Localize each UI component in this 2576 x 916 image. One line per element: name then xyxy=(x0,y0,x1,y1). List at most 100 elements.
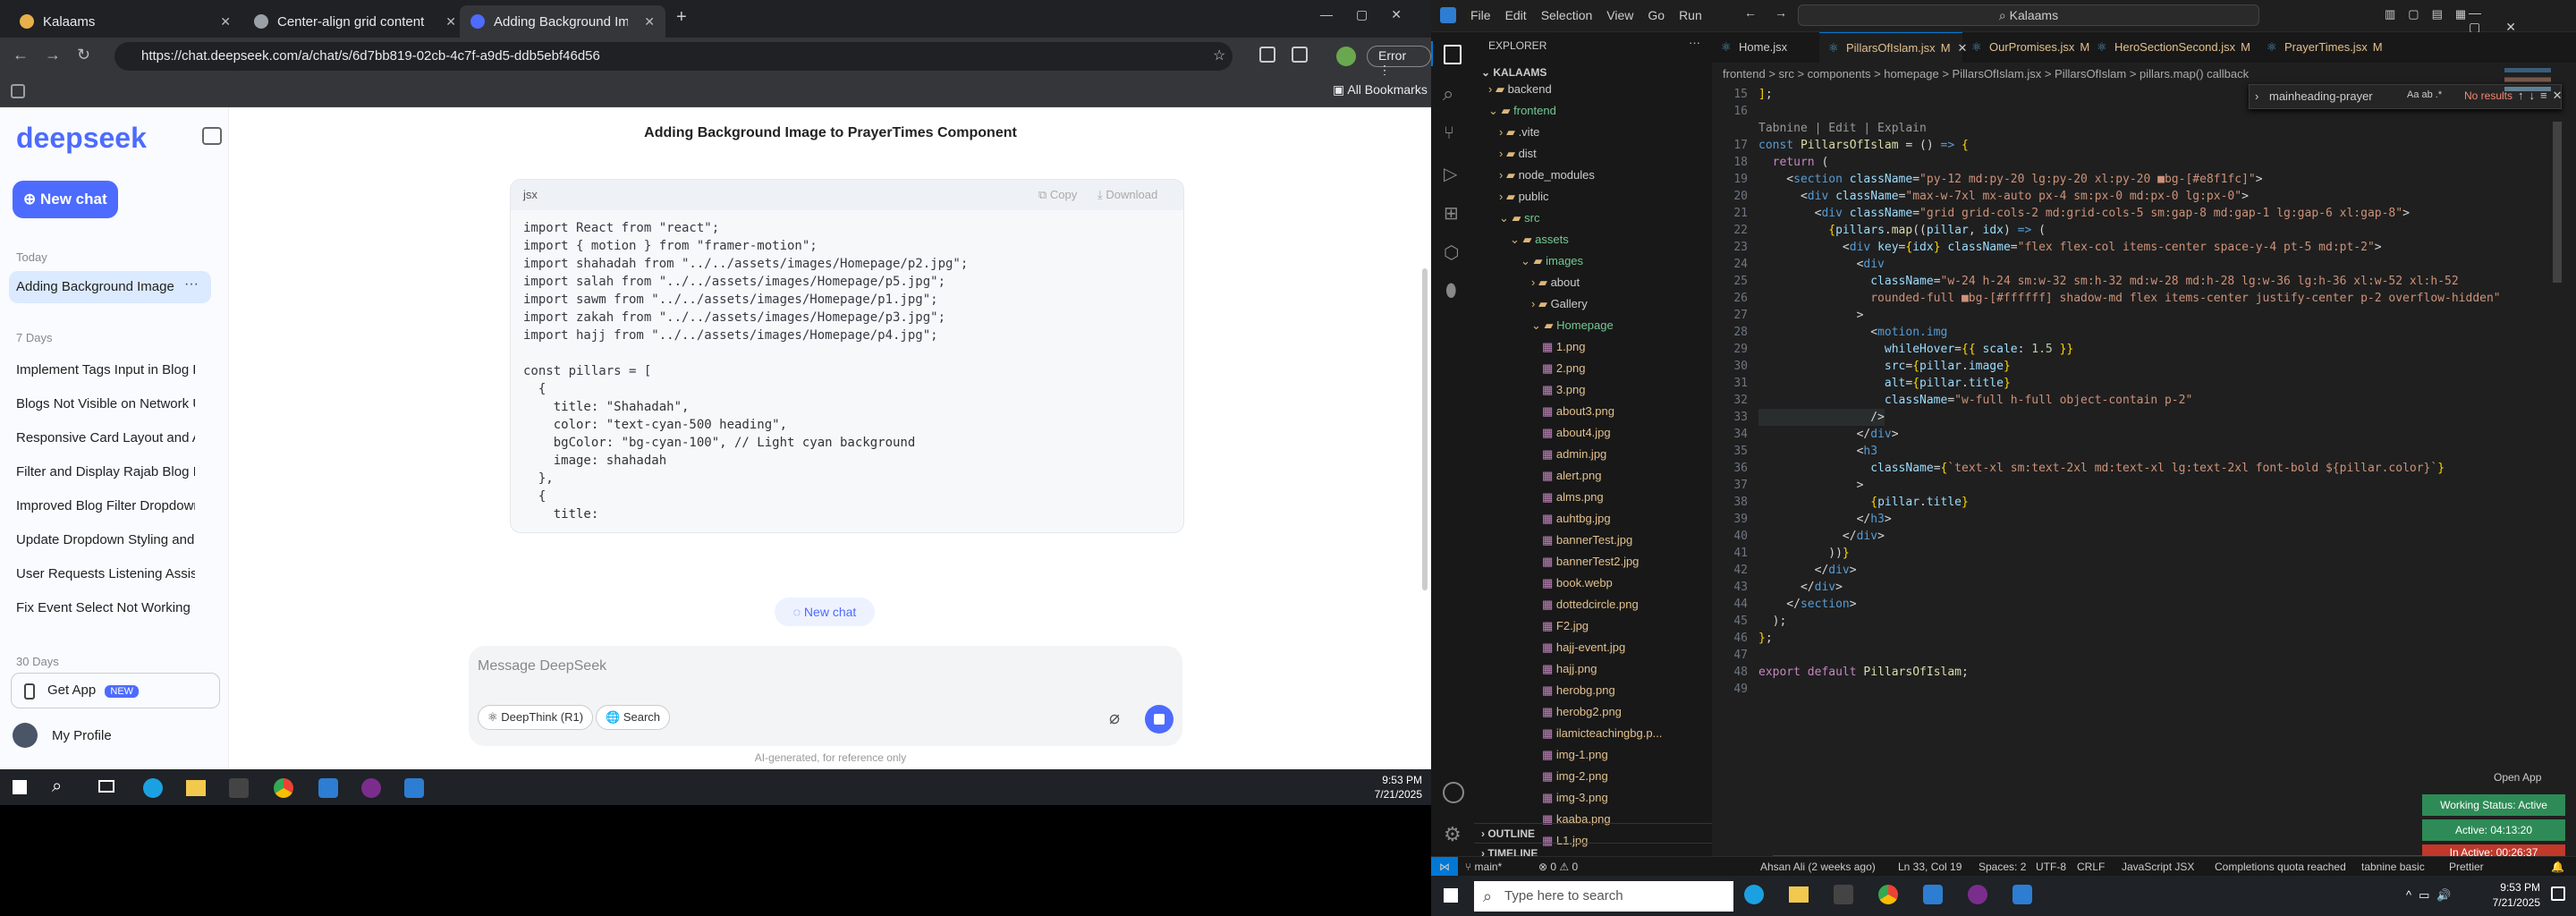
menu-edit[interactable]: Edit xyxy=(1505,8,1527,22)
history-item[interactable]: Filter and Display Rajab Blog Ima xyxy=(16,464,195,479)
avatar[interactable] xyxy=(13,723,38,748)
code-line[interactable]: export default PillarsOfIslam; xyxy=(1758,664,1969,681)
menu-selection[interactable]: Selection xyxy=(1541,8,1593,22)
avatar[interactable] xyxy=(1336,47,1356,66)
puzzle-icon[interactable] xyxy=(1292,47,1308,63)
store-icon[interactable] xyxy=(229,778,249,798)
taskbar-search[interactable]: ⌕ Type here to search xyxy=(1474,881,1733,912)
tree-file[interactable]: ▦ auhtbg.jpg xyxy=(1542,512,1611,526)
tree-folder[interactable]: › ▰ node_modules xyxy=(1499,168,1595,182)
code-line[interactable]: }; xyxy=(1758,630,1773,647)
code-line[interactable]: whileHover={{ scale: 1.5 }} xyxy=(1758,341,2073,358)
language-mode[interactable]: JavaScript JSX xyxy=(2122,857,2194,877)
scrollbar[interactable] xyxy=(1422,268,1428,590)
tree-file[interactable]: ▦ img-1.png xyxy=(1542,748,1608,762)
copy-button[interactable]: ⧉ Copy xyxy=(1038,180,1077,210)
bell-icon[interactable]: 🔔 xyxy=(2551,857,2564,877)
search-icon[interactable]: ⌕ xyxy=(52,776,62,797)
stop-button[interactable] xyxy=(1145,705,1174,734)
code-line[interactable]: alt={pillar.title} xyxy=(1758,375,2011,392)
vscode-icon[interactable] xyxy=(2012,885,2032,904)
code-line[interactable]: </h3> xyxy=(1758,511,1892,528)
clock[interactable]: 9:53 PM 7/21/2025 xyxy=(1342,773,1422,802)
editor-tab[interactable]: ⚛ PillarsOfIslam.jsx M ✕ xyxy=(1819,32,1967,63)
tree-file[interactable]: ▦ img-2.png xyxy=(1542,769,1608,784)
close-icon[interactable]: ✕ xyxy=(644,14,655,30)
code-line[interactable]: <section className="py-12 md:py-20 lg:py… xyxy=(1758,171,2262,188)
code-line[interactable]: </div> xyxy=(1758,579,1843,596)
tree-file[interactable]: ▦ F2.jpg xyxy=(1542,619,1589,633)
code-line[interactable]: ))} xyxy=(1758,545,1849,562)
code-line[interactable]: </div> xyxy=(1758,562,1857,579)
extensions-icon[interactable]: ⊞ xyxy=(1444,202,1459,225)
more-icon[interactable]: ··· xyxy=(184,276,199,293)
code-line[interactable]: {pillar.title} xyxy=(1758,494,1969,511)
tree-folder[interactable]: ⌄ ▰ Homepage xyxy=(1531,318,1614,333)
code-line[interactable]: className={`text-xl sm:text-2xl md:text-… xyxy=(1758,460,2445,477)
extension-icon[interactable] xyxy=(1259,47,1275,63)
tree-file[interactable]: ▦ hajj-event.jpg xyxy=(1542,640,1625,655)
nav-buttons[interactable]: ←→↻ xyxy=(13,46,106,64)
more-icon[interactable]: ··· xyxy=(1689,36,1700,49)
store-icon[interactable] xyxy=(1834,885,1853,904)
editor-tab[interactable]: ⚛ HeroSectionSecond.jsx M xyxy=(2088,32,2258,63)
tree-file[interactable]: ▦ ilamicteachingbg.p... xyxy=(1542,726,1662,741)
vscode-icon[interactable] xyxy=(1923,885,1943,904)
download-button[interactable]: ⤓ Download xyxy=(1097,180,1157,210)
tree-file[interactable]: ▦ bannerTest.jpg xyxy=(1542,533,1632,547)
code-line[interactable]: className="w-full h-full object-contain … xyxy=(1758,392,2192,409)
tree-file[interactable]: ▦ herobg.png xyxy=(1542,683,1615,698)
mongodb-icon[interactable]: ⬮ xyxy=(1445,281,1457,301)
tree-file[interactable]: ▦ alert.png xyxy=(1542,469,1602,483)
code-line[interactable]: return ( xyxy=(1758,154,1829,171)
code-line[interactable]: rounded-full ■bg-[#ffffff] shadow-md fle… xyxy=(1758,290,2500,307)
tree-folder[interactable]: › ▰ .vite xyxy=(1499,125,1539,140)
history-item[interactable]: Blogs Not Visible on Network UI xyxy=(16,396,195,411)
search-icon[interactable]: ⌕ xyxy=(1443,82,1453,106)
tabnine-status[interactable]: tabnine basic xyxy=(2361,857,2425,877)
apps-icon[interactable] xyxy=(11,84,25,98)
deepthink-toggle[interactable]: ⚛ DeepThink (R1) xyxy=(478,705,594,730)
source-control-icon[interactable]: ⑂ xyxy=(1444,123,1454,144)
tree-file[interactable]: ▦ alms.png xyxy=(1542,490,1604,505)
github-icon[interactable] xyxy=(1968,885,1987,904)
star-icon[interactable]: ☆ xyxy=(1213,47,1225,64)
tree-file[interactable]: ▦ admin.jpg xyxy=(1542,447,1606,462)
browser-tab-2[interactable]: Center-align grid content ✕ xyxy=(243,5,467,38)
completions-quota[interactable]: Completions quota reached xyxy=(2215,857,2346,877)
workspace-root[interactable]: ⌄ KALAAMS xyxy=(1481,66,1546,79)
open-app-label[interactable]: Open App xyxy=(2494,771,2541,784)
menu-run[interactable]: Run xyxy=(1679,8,1702,22)
edge-icon[interactable] xyxy=(1744,885,1764,904)
new-chat-button[interactable]: ⊕ New chat xyxy=(13,181,118,218)
tree-folder[interactable]: › ▰ backend xyxy=(1488,82,1552,97)
tree-folder[interactable]: ⌄ ▰ frontend xyxy=(1488,104,1556,118)
windows-start-icon[interactable] xyxy=(1444,888,1458,903)
tree-folder[interactable]: ⌄ ▰ assets xyxy=(1510,233,1569,247)
code-line[interactable]: ); xyxy=(1758,613,1787,630)
editor-tab[interactable]: ⚛ PrayerTimes.jsx M xyxy=(2258,32,2410,63)
chrome-icon[interactable] xyxy=(1878,885,1898,904)
url-bar[interactable]: https://chat.deepseek.com/a/chat/s/6d7bb… xyxy=(114,42,1233,71)
working-status-pill[interactable]: Working Status: Active xyxy=(2422,794,2565,816)
github-icon[interactable] xyxy=(361,778,381,798)
tray-icons[interactable]: ^▭🔊 xyxy=(2406,888,2459,903)
problems-count[interactable]: ⊗ 0 ⚠ 0 xyxy=(1538,857,1578,877)
code-line[interactable]: </div> xyxy=(1758,426,1899,443)
tree-file[interactable]: ▦ herobg2.png xyxy=(1542,705,1622,719)
tree-file[interactable]: ▦ hajj.png xyxy=(1542,662,1597,676)
tree-file[interactable]: ▦ 1.png xyxy=(1542,340,1585,354)
message-input[interactable]: Message DeepSeek xyxy=(478,658,606,674)
menu-file[interactable]: File xyxy=(1470,8,1491,22)
vscode-icon[interactable] xyxy=(318,778,338,798)
history-item[interactable]: User Requests Listening Assistan xyxy=(16,566,195,581)
eol[interactable]: CRLF xyxy=(2077,857,2105,877)
search-toggle[interactable]: 🌐 Search xyxy=(596,705,671,730)
cursor-position[interactable]: Ln 33, Col 19 xyxy=(1898,857,1962,877)
minimap[interactable] xyxy=(2504,68,2551,114)
git-blame[interactable]: Ahsan Ali (2 weeks ago) xyxy=(1760,857,1876,877)
nav-arrows[interactable]: ←→ xyxy=(1744,5,1805,20)
explorer-icon[interactable] xyxy=(1444,45,1462,64)
code-line[interactable]: const PillarsOfIslam = () => { xyxy=(1758,137,1969,154)
code-line[interactable]: <div xyxy=(1758,256,1885,273)
